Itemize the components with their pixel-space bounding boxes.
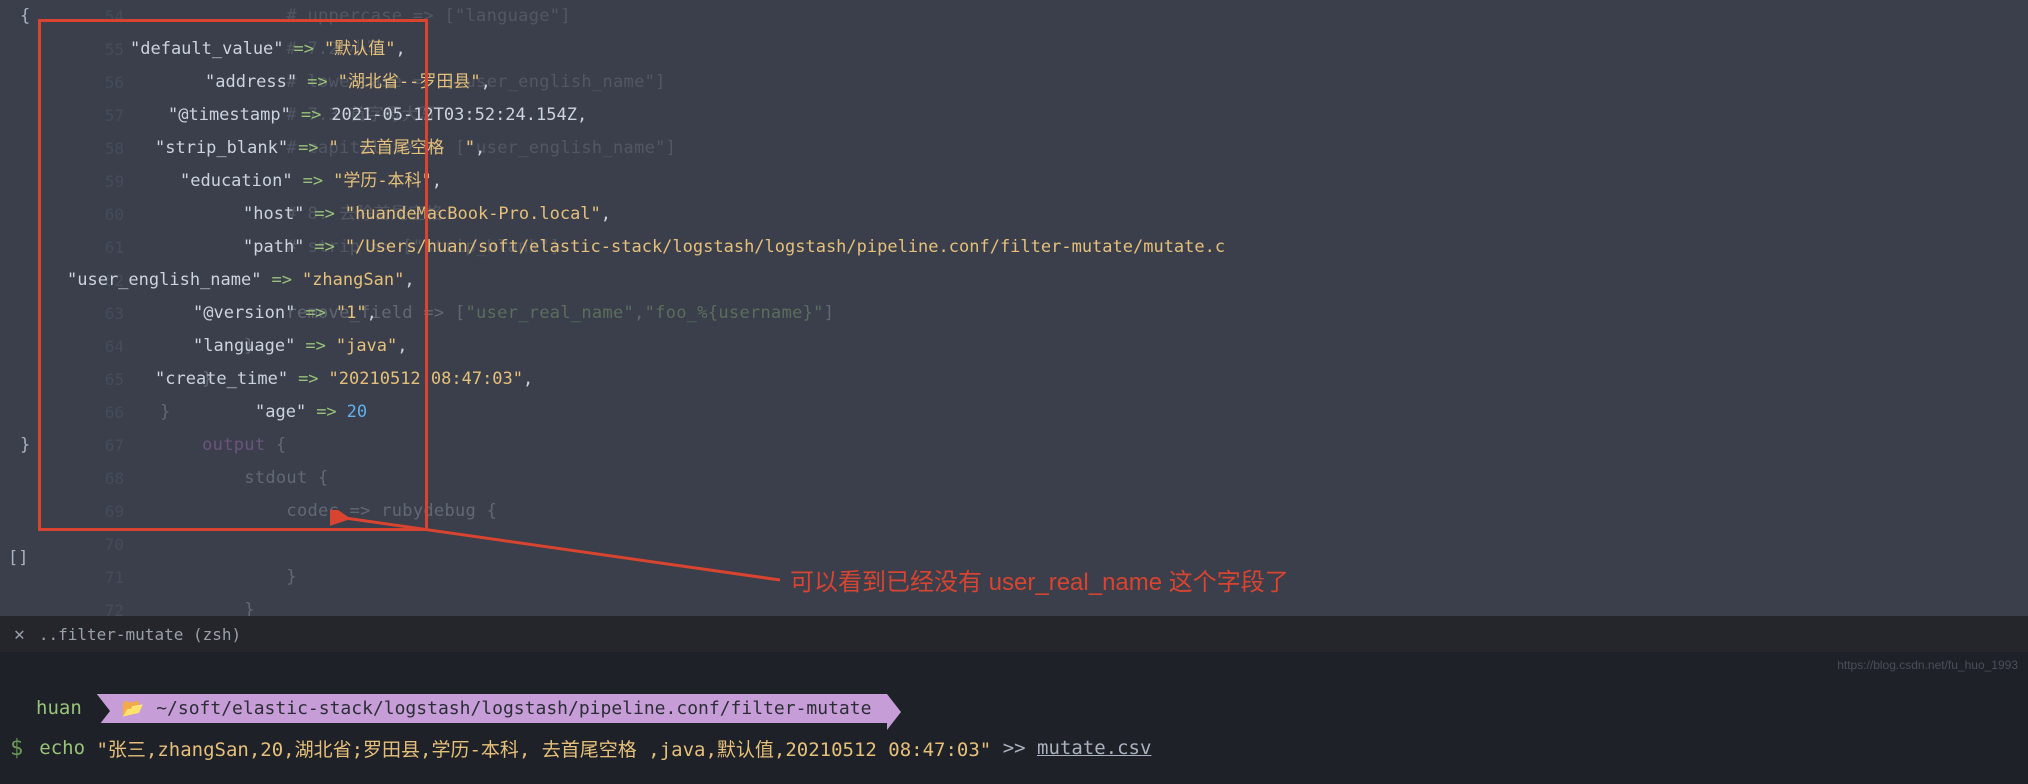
cmd-echo: echo bbox=[39, 737, 85, 759]
output-kv-line: "education"=>"学历-本科", bbox=[0, 165, 2028, 198]
arrow-icon: => bbox=[304, 198, 344, 231]
arrow-icon: => bbox=[295, 330, 335, 363]
output-kv-line: "create_time"=>"20210512 08:47:03", bbox=[0, 363, 2028, 396]
bg-code-line: 68 stdout { bbox=[0, 462, 2028, 495]
output-key: "host" bbox=[243, 198, 304, 231]
arrow-icon: => bbox=[304, 231, 344, 264]
comma: , bbox=[601, 198, 611, 231]
output-key: "age" bbox=[255, 396, 306, 429]
cmd-file: mutate.csv bbox=[1037, 737, 1151, 759]
terminal-panel[interactable]: huan 📂 ~/soft/elastic-stack/logstash/logs… bbox=[0, 652, 2028, 784]
open-brace: { bbox=[0, 0, 30, 33]
arrow-icon: => bbox=[261, 264, 301, 297]
close-brace: } bbox=[0, 429, 30, 462]
arrow-icon: => bbox=[293, 165, 333, 198]
output-value: "默认值" bbox=[324, 33, 395, 66]
line-content: stdout { bbox=[160, 462, 2028, 495]
tab-title[interactable]: ..filter-mutate (zsh) bbox=[39, 625, 241, 644]
output-value: "湖北省--罗田县" bbox=[338, 66, 481, 99]
comma: , bbox=[481, 66, 491, 99]
output-value: "/Users/huan/soft/elastic-stack/logstash… bbox=[345, 231, 1225, 264]
bg-code-line: 69 codec => rubydebug { bbox=[0, 495, 2028, 528]
arrow-icon: => bbox=[291, 99, 331, 132]
output-kv-line: "path"=>"/Users/huan/soft/elastic-stack/… bbox=[0, 231, 2028, 264]
prompt-user: huan bbox=[30, 693, 96, 723]
output-value: 20 bbox=[347, 396, 367, 429]
output-value: "20210512 08:47:03" bbox=[329, 363, 523, 396]
output-value: " 去首尾空格 " bbox=[329, 132, 475, 165]
bg-code-line: 72 } bbox=[0, 594, 2028, 616]
output-key: "create_time" bbox=[155, 363, 288, 396]
output-key: "@version" bbox=[193, 297, 295, 330]
comma: , bbox=[432, 165, 442, 198]
output-kv-line: "language"=>"java", bbox=[0, 330, 2028, 363]
arrow-icon: => bbox=[306, 396, 346, 429]
line-content bbox=[160, 528, 2028, 561]
output-value: 2021-05-12T03:52:24.154Z bbox=[331, 99, 577, 132]
comma: , bbox=[577, 99, 587, 132]
output-kv-line: "address"=>"湖北省--罗田县", bbox=[0, 66, 2028, 99]
prompt-path: ~/soft/elastic-stack/logstash/logstash/p… bbox=[156, 698, 871, 719]
bg-code-line: 71 } bbox=[0, 561, 2028, 594]
output-kv-line: "host"=>"huandeMacBook-Pro.local", bbox=[0, 198, 2028, 231]
terminal-tab-bar: ✕ ..filter-mutate (zsh) bbox=[0, 616, 2028, 652]
output-value: "学历-本科" bbox=[333, 165, 432, 198]
prompt-path-segment: 📂 ~/soft/elastic-stack/logstash/logstash/… bbox=[96, 694, 888, 723]
output-key: "language" bbox=[193, 330, 295, 363]
line-number: 69 bbox=[0, 495, 160, 528]
bg-code-line: 70 bbox=[0, 528, 2028, 561]
line-number: 72 bbox=[0, 594, 160, 616]
output-key: "user_english_name" bbox=[67, 264, 261, 297]
output-kv-line: "@timestamp"=>2021-05-12T03:52:24.154Z, bbox=[0, 99, 2028, 132]
output-kv-line: "strip_blank"=>" 去首尾空格 ", bbox=[0, 132, 2028, 165]
output-key: "address" bbox=[205, 66, 297, 99]
code-editor[interactable]: 54 # uppercase => ["language"]55 # 7.2 小… bbox=[0, 0, 2028, 616]
arrow-icon: => bbox=[284, 33, 324, 66]
comma: , bbox=[367, 297, 377, 330]
output-value: "zhangSan" bbox=[302, 264, 404, 297]
output-key: "@timestamp" bbox=[168, 99, 291, 132]
comma: , bbox=[397, 330, 407, 363]
arrow-icon: => bbox=[288, 363, 328, 396]
watermark-text: https://blog.csdn.net/fu_huo_1993 bbox=[1837, 658, 2018, 672]
prompt-row: huan 📂 ~/soft/elastic-stack/logstash/logs… bbox=[0, 688, 2028, 728]
command-row[interactable]: $ echo "张三,zhangSan,20,湖北省;罗田县,学历-本科, 去首… bbox=[0, 728, 2028, 768]
folder-icon: 📂 bbox=[122, 698, 144, 719]
line-content: } bbox=[160, 594, 2028, 616]
line-number: 68 bbox=[0, 462, 160, 495]
arrow-icon: => bbox=[295, 297, 335, 330]
output-value: "java" bbox=[336, 330, 397, 363]
comma: , bbox=[396, 33, 406, 66]
output-key: "default_value" bbox=[130, 33, 284, 66]
comma: , bbox=[404, 264, 414, 297]
arrow-icon: => bbox=[288, 132, 328, 165]
output-kv-line: "user_english_name"=>"zhangSan", bbox=[0, 264, 2028, 297]
output-key: "path" bbox=[243, 231, 304, 264]
output-value: "huandeMacBook-Pro.local" bbox=[345, 198, 601, 231]
output-kv-line: "age"=>20 bbox=[0, 396, 2028, 429]
output-kv-line: "default_value"=>"默认值", bbox=[0, 33, 2028, 66]
line-content: codec => rubydebug { bbox=[160, 495, 2028, 528]
output-kv-line: "@version"=>"1", bbox=[0, 297, 2028, 330]
output-key: "strip_blank" bbox=[155, 132, 288, 165]
cmd-redirect: >> bbox=[1003, 737, 1026, 759]
line-content: } bbox=[160, 561, 2028, 594]
comma: , bbox=[475, 132, 485, 165]
output-key: "education" bbox=[180, 165, 293, 198]
cursor-bracket-icon: [] bbox=[8, 548, 28, 568]
cmd-string: "张三,zhangSan,20,湖北省;罗田县,学历-本科, 去首尾空格 ,ja… bbox=[96, 735, 991, 762]
arrow-icon: => bbox=[297, 66, 337, 99]
output-value: "1" bbox=[336, 297, 367, 330]
tab-close-icon[interactable]: ✕ bbox=[14, 624, 25, 645]
foreground-output-layer: { "default_value"=>"默认值","address"=>"湖北省… bbox=[0, 0, 2028, 462]
prompt-dollar: $ bbox=[10, 736, 23, 761]
comma: , bbox=[523, 363, 533, 396]
